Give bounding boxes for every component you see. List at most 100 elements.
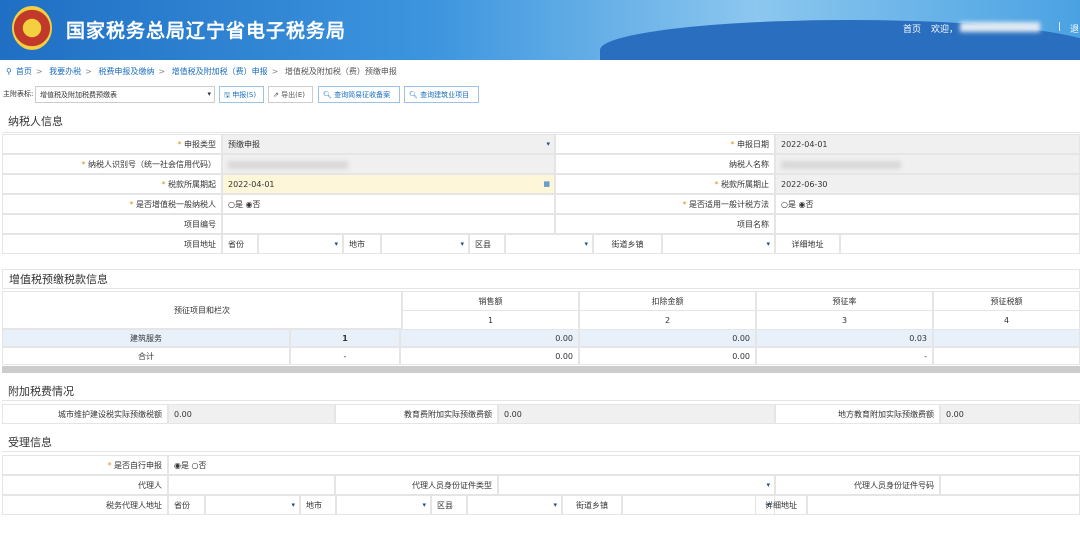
field-cell: 街道乡镇 bbox=[593, 234, 662, 254]
field-cell: 建筑服务 bbox=[2, 329, 290, 347]
field-cell[interactable]: 0.00 bbox=[579, 329, 756, 347]
project-no-input[interactable] bbox=[222, 214, 555, 234]
field-cell: > bbox=[36, 67, 43, 76]
field-cell: 是否增值税一般纳税人 bbox=[136, 200, 216, 209]
export-button[interactable]: ⇗ 导出(E) bbox=[268, 86, 313, 103]
welcome-text: 欢迎， bbox=[931, 22, 958, 35]
location-icon: ⚲ bbox=[6, 67, 12, 76]
agent-id-no-input[interactable] bbox=[940, 475, 1080, 495]
general-taxpayer-radio[interactable]: ○是 ◉否 bbox=[222, 194, 555, 214]
general-method-radio[interactable]: ○是 ◉否 bbox=[775, 194, 1080, 214]
decl-type-label: * 申报类型 bbox=[2, 134, 222, 154]
field-cell: 区县 bbox=[469, 234, 505, 254]
chevron-down-icon: ▾ bbox=[546, 135, 550, 154]
logout-link[interactable]: 退 bbox=[1070, 22, 1079, 35]
query-construction-project-button[interactable]: 🔍︎ 查询建筑业项目 bbox=[404, 86, 479, 103]
form-select-label: 主附表标: bbox=[3, 89, 33, 106]
city-tax-value: 0.00 bbox=[168, 404, 335, 424]
field-cell: 代理人员身份证件号码 bbox=[775, 475, 940, 495]
field-cell[interactable]: 0.00 bbox=[400, 329, 579, 347]
agent-province-select[interactable]: ▾ bbox=[205, 495, 300, 515]
county-select[interactable]: ▾ bbox=[505, 234, 593, 254]
field-cell: 销售额 bbox=[402, 291, 579, 311]
agent-id-type-select[interactable]: ▾ bbox=[498, 475, 775, 495]
breadcrumb-item[interactable]: 我要办税 bbox=[49, 67, 81, 76]
field-cell: 合计 bbox=[2, 347, 290, 365]
header-banner: 国家税务总局辽宁省电子税务局 首页 欢迎， | 退 bbox=[0, 0, 1080, 60]
horizontal-scrollbar[interactable] bbox=[2, 366, 1080, 373]
chevron-down-icon: ▾ bbox=[460, 235, 464, 254]
field-cell: 是 bbox=[788, 200, 796, 209]
tin-label: * 纳税人识别号（统一社会信用代码） bbox=[2, 154, 222, 174]
field-cell: 申报类型 bbox=[184, 140, 216, 149]
calendar-icon: ▦ bbox=[543, 175, 550, 194]
decl-type-select[interactable]: 预缴申报▾ bbox=[222, 134, 555, 154]
field-cell: 3 bbox=[756, 310, 933, 330]
street-select[interactable]: ▾ bbox=[662, 234, 775, 254]
project-name-input[interactable] bbox=[775, 214, 1080, 234]
field-cell: 税务代理人地址 bbox=[2, 495, 168, 515]
home-link[interactable]: 首页 bbox=[903, 22, 921, 35]
declare-button[interactable]: 🖫 申报(S) bbox=[219, 86, 264, 103]
field-cell: | bbox=[1058, 22, 1061, 32]
local-education-value: 0.00 bbox=[940, 404, 1080, 424]
general-taxpayer-label: * 是否增值税一般纳税人 bbox=[2, 194, 222, 214]
period-start-input[interactable]: 2022-04-01▦ bbox=[222, 174, 555, 194]
username-redacted bbox=[960, 22, 1040, 32]
field-cell bbox=[933, 347, 1080, 365]
chevron-down-icon: ▾ bbox=[291, 496, 295, 515]
field-cell: 区县 bbox=[431, 495, 467, 515]
field-cell: 0.00 bbox=[579, 347, 756, 365]
field-cell: 增值税及附加税费预缴表 bbox=[40, 91, 117, 99]
field-cell: 纳税人识别号（统一社会信用代码） bbox=[88, 160, 216, 169]
agent-street-select[interactable]: ▾ bbox=[622, 495, 775, 515]
form-select[interactable]: 增值税及附加税费预缴表▾ bbox=[35, 86, 215, 103]
query-simple-collection-button[interactable]: 🔍︎ 查询简易征收备案 bbox=[318, 86, 400, 103]
breadcrumb-home[interactable]: 首页 bbox=[16, 67, 32, 76]
agent-county-select[interactable]: ▾ bbox=[467, 495, 562, 515]
field-cell: 是 bbox=[235, 200, 243, 209]
field-cell: - bbox=[756, 347, 933, 365]
field-cell: 是否自行申报 bbox=[114, 461, 162, 470]
export-icon: ⇗ bbox=[273, 91, 279, 99]
field-cell: 查询建筑业项目 bbox=[420, 91, 469, 99]
field-cell: 1 bbox=[402, 310, 579, 330]
breadcrumb-item[interactable]: 税费申报及缴纳 bbox=[98, 67, 154, 76]
field-cell: 1 bbox=[290, 329, 400, 347]
chevron-down-icon: ▾ bbox=[766, 476, 770, 495]
field-cell: 详细地址 bbox=[775, 234, 840, 254]
save-icon: 🖫 bbox=[224, 91, 230, 99]
period-end-value: 2022-06-30 bbox=[775, 174, 1080, 194]
chevron-down-icon: ▾ bbox=[422, 496, 426, 515]
city-select[interactable]: ▾ bbox=[381, 234, 469, 254]
field-cell: > bbox=[85, 67, 92, 76]
self-declare-radio[interactable]: ◉是 ○否 bbox=[168, 455, 1080, 475]
section-title-surcharge: 附加税费情况 bbox=[2, 383, 1080, 401]
field-cell: 地市 bbox=[343, 234, 381, 254]
search-icon: 🔍︎ bbox=[409, 91, 418, 99]
field-cell: * 是否自行申报 bbox=[2, 455, 168, 475]
period-start-label: * 税款所属期起 bbox=[2, 174, 222, 194]
field-cell: 省份 bbox=[222, 234, 258, 254]
field-cell: 否 bbox=[806, 200, 814, 209]
agent-detail-input[interactable] bbox=[807, 495, 1080, 515]
province-select[interactable]: ▾ bbox=[258, 234, 343, 254]
section-title-vat: 增值税预缴税款信息 bbox=[2, 269, 1080, 289]
breadcrumb-item[interactable]: 增值税及附加税（费）申报 bbox=[172, 67, 268, 76]
field-cell: 扣除金额 bbox=[579, 291, 756, 311]
detail-address-input[interactable] bbox=[840, 234, 1080, 254]
field-cell: 预征项目和栏次 bbox=[2, 291, 402, 329]
chevron-down-icon: ▾ bbox=[766, 235, 770, 254]
search-icon: 🔍︎ bbox=[323, 91, 332, 99]
taxpayer-name-label: 纳税人名称 bbox=[555, 154, 775, 174]
field-cell: 税款所属期止 bbox=[721, 180, 769, 189]
field-cell: 街道乡镇 bbox=[562, 495, 622, 515]
agent-city-select[interactable]: ▾ bbox=[336, 495, 431, 515]
breadcrumb: ⚲首页> 我要办税> 税费申报及缴纳> 增值税及附加税（费）申报> 增值税及附加… bbox=[6, 66, 401, 77]
agent-input[interactable] bbox=[168, 475, 335, 495]
site-title: 国家税务总局辽宁省电子税务局 bbox=[66, 16, 346, 43]
field-cell: 否 bbox=[199, 461, 207, 470]
field-cell: 城市维护建设税实际预缴税额 bbox=[2, 404, 168, 424]
chevron-down-icon: ▾ bbox=[334, 235, 338, 254]
decl-date-value: 2022-04-01 bbox=[775, 134, 1080, 154]
